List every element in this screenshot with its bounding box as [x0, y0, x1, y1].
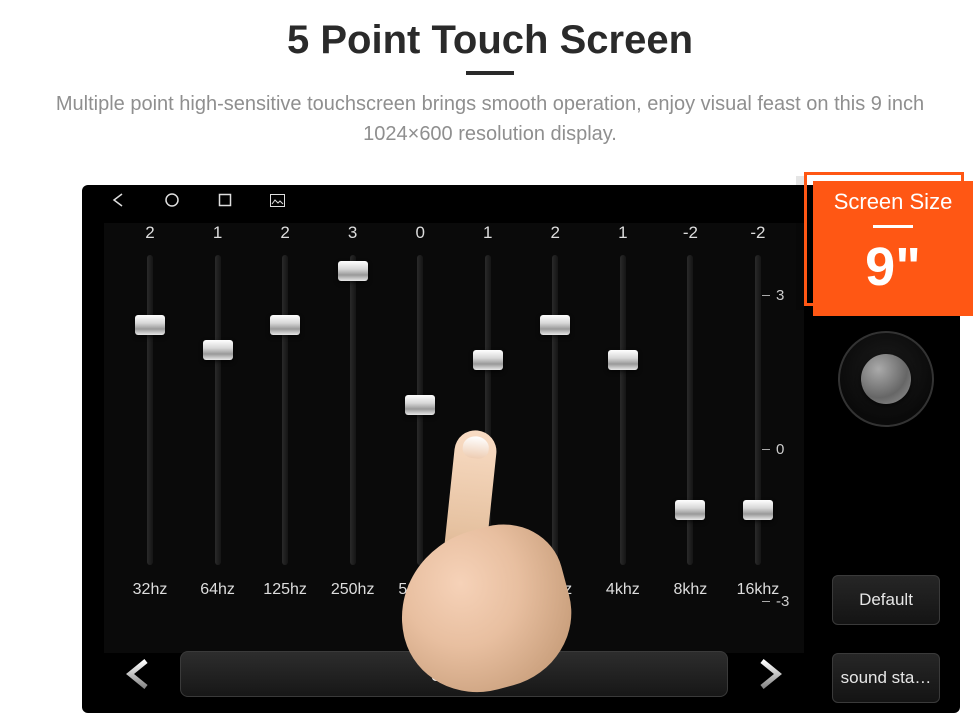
eq-slider[interactable]	[687, 255, 693, 565]
eq-scale: 3 0 -3	[762, 293, 792, 603]
eq-band-freq: 250hz	[331, 581, 375, 599]
eq-slider[interactable]	[282, 255, 288, 565]
eq-slider[interactable]	[552, 255, 558, 565]
scale-mid: 0	[776, 441, 784, 458]
eq-band-freq: 32hz	[133, 581, 168, 599]
preset-row: Jazz	[104, 645, 804, 703]
slider-thumb-icon[interactable]	[405, 395, 435, 415]
badge-divider	[873, 225, 913, 228]
eq-band-freq: 500hz	[398, 581, 442, 599]
page-subtitle: Multiple point high-sensitive touchscree…	[40, 89, 940, 149]
eq-band-value: -2	[683, 223, 698, 247]
title-underline	[466, 71, 514, 75]
back-icon[interactable]	[110, 192, 126, 208]
eq-slider[interactable]	[417, 255, 423, 565]
eq-band-value: 2	[145, 223, 154, 247]
slider-thumb-icon[interactable]	[540, 315, 570, 335]
eq-slider[interactable]	[350, 255, 356, 565]
eq-band-freq: 4khz	[606, 581, 640, 599]
eq-band-freq: 64hz	[200, 581, 235, 599]
slider-thumb-icon[interactable]	[203, 340, 233, 360]
eq-slider[interactable]	[620, 255, 626, 565]
eq-band-freq: 2khz	[538, 581, 572, 599]
eq-band: 1 4khz	[595, 223, 651, 599]
preset-next-button[interactable]	[748, 653, 790, 695]
eq-band: 0 500hz	[392, 223, 448, 599]
eq-slider[interactable]	[755, 255, 761, 565]
slider-thumb-icon[interactable]	[270, 315, 300, 335]
eq-slider[interactable]	[147, 255, 153, 565]
recent-icon[interactable]	[218, 193, 232, 207]
slider-thumb-icon[interactable]	[675, 500, 705, 520]
badge-value: 9"	[813, 236, 973, 298]
eq-band-value: -2	[750, 223, 765, 247]
badge-label: Screen Size	[813, 189, 973, 215]
eq-band: 2 32hz	[122, 223, 178, 599]
preset-name-button[interactable]: Jazz	[180, 651, 728, 697]
scale-min: -3	[776, 593, 789, 610]
eq-band-value: 2	[551, 223, 560, 247]
eq-band-value: 1	[483, 223, 492, 247]
preset-prev-button[interactable]	[118, 653, 160, 695]
eq-band-freq: 8khz	[673, 581, 707, 599]
volume-dial[interactable]	[838, 331, 934, 427]
default-button[interactable]: Default	[832, 575, 940, 625]
eq-slider[interactable]	[215, 255, 221, 565]
eq-band-freq: 125hz	[263, 581, 307, 599]
eq-band-value: 1	[213, 223, 222, 247]
eq-band-value: 0	[415, 223, 424, 247]
scale-max: 3	[776, 287, 784, 304]
slider-thumb-icon[interactable]	[338, 261, 368, 281]
eq-band-freq: 1khz	[471, 581, 505, 599]
eq-band: 3 250hz	[325, 223, 381, 599]
slider-thumb-icon[interactable]	[608, 350, 638, 370]
sound-stage-button[interactable]: sound sta…	[832, 653, 940, 703]
slider-thumb-icon[interactable]	[135, 315, 165, 335]
eq-band-value: 1	[618, 223, 627, 247]
eq-slider[interactable]	[485, 255, 491, 565]
equalizer-panel: 2 32hz 1 64hz 2 125hz 3 250hz 0 500hz 1 1khz 2 2khz 1 4…	[104, 223, 804, 653]
eq-band-value: 2	[280, 223, 289, 247]
gallery-icon[interactable]	[270, 194, 285, 207]
eq-band: 2 2khz	[527, 223, 583, 599]
page-title: 5 Point Touch Screen	[0, 18, 980, 63]
slider-thumb-icon[interactable]	[473, 350, 503, 370]
eq-band: 1 64hz	[190, 223, 246, 599]
eq-band-value: 3	[348, 223, 357, 247]
screen-size-badge: Screen Size 9"	[804, 172, 964, 306]
eq-band: -2 8khz	[662, 223, 718, 599]
eq-band: 2 125hz	[257, 223, 313, 599]
home-icon[interactable]	[164, 192, 180, 208]
dial-knob-icon	[861, 354, 911, 404]
eq-band: 1 1khz	[460, 223, 516, 599]
